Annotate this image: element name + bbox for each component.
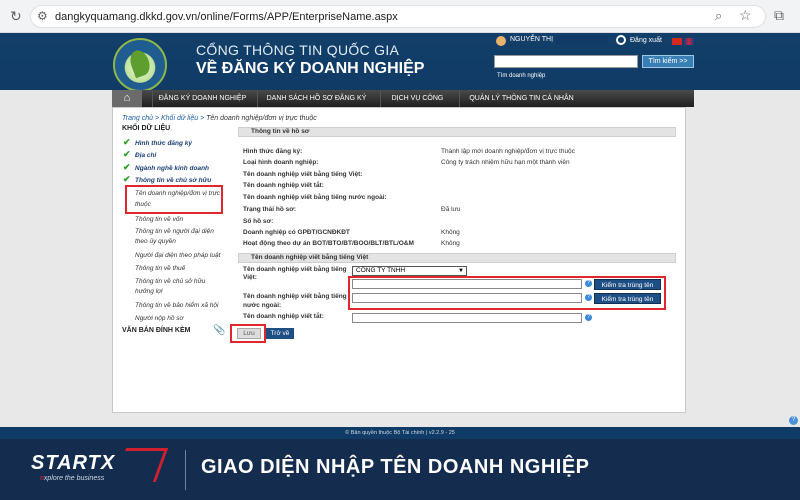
name-section-header: Tên doanh nghiệp viết bằng tiếng Việt <box>238 253 676 263</box>
sidebar-item-capital[interactable]: Thông tin về vốn <box>135 215 183 225</box>
nav-item-dossier-list[interactable]: DANH SÁCH HỒ SƠ ĐĂNG KÝ <box>257 90 375 107</box>
profile-value: Không <box>441 240 460 247</box>
user-icon <box>496 36 506 46</box>
reload-icon[interactable]: ↻ <box>10 8 22 25</box>
flag-vietnam-icon[interactable] <box>672 38 682 45</box>
sidebar-item-legal-rep[interactable]: Người đại diện theo pháp luật <box>135 251 220 261</box>
banner-title: GIAO DIỆN NHẬP TÊN DOANH NGHIỆP <box>201 456 590 478</box>
nav-item-personal-info[interactable]: QUẢN LÝ THÔNG TIN CÁ NHÂN <box>459 90 583 107</box>
vn-name-label-line1: Tên doanh nghiệp viết bằng tiếng <box>243 266 347 273</box>
highlight-name-inputs <box>348 276 666 310</box>
startx-tagline: explore the business <box>40 475 104 482</box>
sidebar-item-owner-info[interactable]: Thông tin về chủ sở hữu <box>135 177 211 184</box>
highlight-save-button <box>230 324 266 343</box>
tagline-rest: xplore the business <box>43 475 105 482</box>
breadcrumb: Trang chủ > Khối dữ liệu > Tên doanh ngh… <box>122 115 317 122</box>
breadcrumb-current: Tên doanh nghiệp/đơn vị trực thuộc <box>206 115 317 122</box>
browser-toolbar: ↻ ⚙ dangkyquamang.dkkd.gov.vn/online/For… <box>0 0 800 33</box>
profile-label: Trạng thái hồ sơ: <box>243 206 297 213</box>
zoom-icon[interactable]: ⌕ <box>715 8 722 24</box>
sidebar-item-address[interactable]: Địa chỉ <box>135 152 156 159</box>
foreign-name-label-line1: Tên doanh nghiệp viết bằng tiếng <box>243 293 347 300</box>
highlight-active-item <box>125 185 223 214</box>
help-icon[interactable]: ? <box>585 314 592 321</box>
profile-label: Tên doanh nghiệp viết tắt: <box>243 182 324 189</box>
footer-text: © Bản quyền thuộc Bộ Tài chính | v2.2.9 … <box>0 427 800 439</box>
search-button[interactable]: Tìm kiếm >> <box>642 55 694 68</box>
breadcrumb-home[interactable]: Trang chủ <box>122 115 153 122</box>
profile-label: Doanh nghiệp có GPĐT/GCNĐKĐT <box>243 229 350 236</box>
sidebar-item-social-insurance[interactable]: Thông tin về bảo hiểm xã hội <box>135 301 218 311</box>
portal-title-line1: CỔNG THÔNG TIN QUỐC GIA <box>196 42 400 58</box>
search-hint: Tìm doanh nghiệp <box>497 73 546 79</box>
company-type-select[interactable]: CÔNG TY TNHH ▼ <box>352 266 467 276</box>
logout-link[interactable]: Đăng xuất <box>630 37 662 44</box>
user-name[interactable]: NGUYỄN THỊ <box>510 36 553 43</box>
profile-value: Đã lưu <box>441 206 461 213</box>
power-icon[interactable] <box>616 35 626 45</box>
sidebar-item-submitter[interactable]: Người nộp hồ sơ <box>135 314 183 324</box>
profile-value: Thành lập mới doanh nghiệp/đơn vị trực t… <box>441 148 575 155</box>
check-icon: ✔ <box>123 137 131 147</box>
redacted-name <box>556 36 608 44</box>
sidebar-item-registration-form[interactable]: Hình thức đăng ký <box>135 140 192 147</box>
profile-label: Tên doanh nghiệp viết bằng tiếng Việt: <box>243 171 363 178</box>
extensions-icon[interactable]: ⧉ <box>774 7 784 24</box>
paperclip-icon[interactable]: 📎 <box>213 325 225 336</box>
profile-section-header: Thông tin về hồ sơ <box>238 127 676 137</box>
startx-brand: START <box>31 452 101 474</box>
banner-divider <box>185 450 186 490</box>
sidebar-item-beneficial-owner[interactable]: Thông tin về chủ sở hữu hưởng lợi <box>135 277 217 297</box>
check-icon: ✔ <box>123 174 131 184</box>
sidebar-item-tax[interactable]: Thông tin về thuế <box>135 264 185 274</box>
breadcrumb-section[interactable]: Khối dữ liệu <box>161 115 198 122</box>
flag-english-icon[interactable] <box>684 38 694 45</box>
address-bar[interactable]: ⚙ dangkyquamang.dkkd.gov.vn/online/Forms… <box>30 5 766 28</box>
check-icon: ✔ <box>123 149 131 159</box>
bookmark-star-icon[interactable]: ☆ <box>739 7 752 24</box>
nav-item-public-services[interactable]: DỊCH VỤ CÔNG <box>380 90 454 107</box>
startx-x: X <box>100 452 116 474</box>
profile-label: Tên doanh nghiệp viết bằng tiếng nước ng… <box>243 194 387 201</box>
abbr-name-input[interactable] <box>352 313 582 323</box>
url-text: dangkyquamang.dkkd.gov.vn/online/Forms/A… <box>55 11 398 23</box>
attachments-link[interactable]: VĂN BẢN ĐÍNH KÈM <box>122 327 190 334</box>
sidebar-item-authorized-rep[interactable]: Thông tin về người đại diện theo ủy quyề… <box>135 227 217 247</box>
main-nav: ⌂ ĐĂNG KÝ DOANH NGHIỆP DANH SÁCH HỒ SƠ Đ… <box>112 90 694 107</box>
back-button[interactable]: Trở về <box>266 328 294 339</box>
profile-label: Loại hình doanh nghiệp: <box>243 159 319 166</box>
scroll-to-top-icon[interactable]: ? <box>789 416 798 425</box>
enterprise-search-input[interactable] <box>494 55 638 68</box>
home-icon[interactable]: ⌂ <box>112 90 142 107</box>
chevron-down-icon: ▼ <box>458 268 464 274</box>
foreign-name-label-line2: nước ngoài: <box>243 302 282 309</box>
abbr-name-label: Tên doanh nghiệp viết tắt: <box>243 313 324 320</box>
company-type-selected: CÔNG TY TNHH <box>356 267 406 274</box>
sidebar-title: KHỐI DỮ LIỆU <box>122 125 171 132</box>
portal-title-line2: VỀ ĐĂNG KÝ DOANH NGHIỆP <box>196 60 425 77</box>
profile-value: Không <box>441 229 460 236</box>
profile-value: Công ty trách nhiệm hữu hạn một thành vi… <box>441 159 570 166</box>
startx-logo: STARTX <box>31 452 115 475</box>
profile-label: Hình thức đăng ký: <box>243 148 303 155</box>
check-icon: ✔ <box>123 162 131 172</box>
profile-label: Số hồ sơ: <box>243 218 274 225</box>
nav-item-register[interactable]: ĐĂNG KÝ DOANH NGHIỆP <box>152 90 252 107</box>
profile-label: Hoạt động theo dự án BOT/BTO/BT/BOO/BLT/… <box>243 240 414 247</box>
sidebar-item-business-lines[interactable]: Ngành nghề kinh doanh <box>135 165 209 172</box>
vn-name-label-line2: Việt: <box>243 274 257 281</box>
site-info-icon[interactable]: ⚙ <box>37 9 48 23</box>
